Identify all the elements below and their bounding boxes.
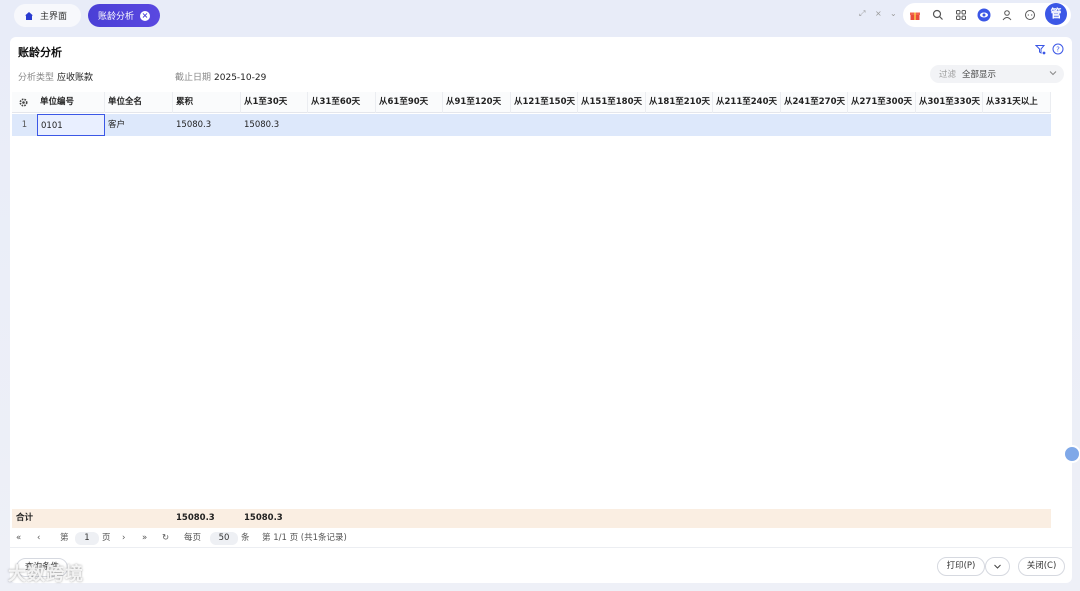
column-header[interactable]: 从61至90天 (376, 92, 443, 113)
row-number: 1 (21, 120, 28, 130)
chevron-down-icon (1049, 71, 1057, 76)
cell-unit-name[interactable]: 客户 (105, 114, 173, 136)
deadline: 截止日期 2025-10-29 (175, 70, 266, 83)
column-header[interactable]: 从211至240天 (713, 92, 781, 113)
totals-total: 15080.3 (176, 513, 215, 523)
first-page-icon[interactable]: « (16, 532, 21, 544)
column-header[interactable]: 从271至300天 (848, 92, 916, 113)
column-header[interactable]: 单位编号 (37, 92, 105, 113)
table-row[interactable]: 1 0101 客户 15080.3 15080.3 (12, 114, 1051, 136)
deadline-value[interactable]: 2025-10-29 (214, 73, 266, 83)
chevron-down-icon (994, 564, 1001, 569)
column-settings-icon[interactable] (18, 97, 29, 108)
page-title: 账龄分析 (18, 46, 62, 59)
chat-icon[interactable] (1024, 9, 1036, 21)
filter-label: 过滤 (939, 70, 957, 80)
prev-page-icon[interactable]: ‹ (37, 532, 40, 544)
totals-1-30-days: 15080.3 (244, 513, 283, 523)
column-header[interactable]: 从301至330天 (916, 92, 983, 113)
search-icon[interactable] (932, 9, 944, 21)
last-page-icon[interactable]: » (142, 532, 147, 544)
apps-icon[interactable] (955, 9, 967, 21)
user-avatar[interactable]: 管 (1045, 3, 1067, 25)
close-button[interactable]: 关闭(C) (1018, 557, 1065, 576)
svg-text:?: ? (1056, 46, 1060, 54)
filter-value: 全部显示 (962, 70, 997, 80)
tab-home-label: 主界面 (40, 12, 68, 22)
print-button[interactable]: 打印(P) (937, 557, 985, 576)
print-dropdown-button[interactable] (985, 557, 1010, 576)
analysis-type: 分析类型 应收账款 (18, 70, 93, 83)
column-header[interactable]: 累积 (173, 92, 241, 113)
filter-select[interactable]: 过滤 全部显示 (930, 65, 1064, 83)
filter-settings-icon[interactable] (1035, 44, 1046, 55)
column-header[interactable]: 从91至120天 (443, 92, 511, 113)
tab-aging-analysis-label: 账龄分析 (98, 12, 135, 22)
next-page-icon[interactable]: › (122, 532, 125, 544)
column-header[interactable]: 从151至180天 (578, 92, 646, 113)
close-all-icon[interactable]: × (875, 9, 882, 18)
help-icon[interactable]: ? (1052, 43, 1064, 55)
home-icon (25, 11, 33, 20)
gift-icon[interactable] (909, 9, 921, 21)
column-header[interactable]: 单位全名 (105, 92, 173, 113)
refresh-icon[interactable]: ↻ (162, 532, 169, 544)
analysis-type-value[interactable]: 应收账款 (57, 73, 93, 83)
cell-unit-code[interactable]: 0101 (37, 114, 105, 136)
column-header[interactable]: 从331天以上 (983, 92, 1051, 113)
page-input[interactable]: 1 (75, 532, 99, 545)
totals-row: 合计 15080.3 15080.3 (12, 509, 1051, 528)
page-suffix: 页 (102, 533, 111, 543)
cell-total[interactable]: 15080.3 (173, 114, 241, 136)
per-page-unit: 条 (241, 533, 250, 543)
close-tab-icon[interactable]: × (140, 10, 151, 21)
page-summary: 第 1/1 页 (共1条记录) (262, 533, 347, 543)
column-header[interactable]: 从31至60天 (308, 92, 376, 113)
table-header: 单位编号 单位全名 累积 从1至30天 从31至60天 从61至90天 从91至… (12, 92, 1051, 113)
deadline-label: 截止日期 (175, 73, 212, 83)
top-bar: 主界面 账龄分析 × ⤢ × ⌄ 管 (0, 0, 1080, 32)
column-header[interactable]: 从1至30天 (241, 92, 308, 113)
page-prefix: 第 (60, 533, 69, 543)
column-header[interactable]: 从241至270天 (781, 92, 848, 113)
user-switch-icon[interactable] (1001, 9, 1013, 21)
fullscreen-icon[interactable]: ⤢ (859, 9, 865, 19)
footer-divider (10, 547, 1072, 548)
tab-home[interactable]: 主界面 (14, 4, 81, 27)
floating-assistant-avatar[interactable] (1063, 445, 1080, 463)
tab-aging-analysis[interactable]: 账龄分析 × (88, 4, 160, 27)
watermark: 大数跨境 (8, 564, 84, 585)
pagination: « ‹ 第 1 页 › » ↻ 每页 50 条 第 1/1 页 (共1条记录) (12, 529, 1051, 547)
chevron-down-icon[interactable]: ⌄ (890, 9, 897, 18)
cell-1-30-days[interactable]: 15080.3 (241, 114, 308, 136)
analysis-type-label: 分析类型 (18, 73, 55, 83)
column-header[interactable]: 从121至150天 (511, 92, 578, 113)
per-page-label: 每页 (184, 533, 202, 543)
eye-icon[interactable] (977, 8, 991, 22)
main-panel: 账龄分析 ? 分析类型 应收账款 截止日期 2025-10-29 过滤 全部显示 单… (10, 37, 1072, 583)
column-header[interactable]: 从181至210天 (646, 92, 713, 113)
totals-label: 合计 (16, 513, 34, 523)
per-page-select[interactable]: 50 (210, 532, 238, 545)
